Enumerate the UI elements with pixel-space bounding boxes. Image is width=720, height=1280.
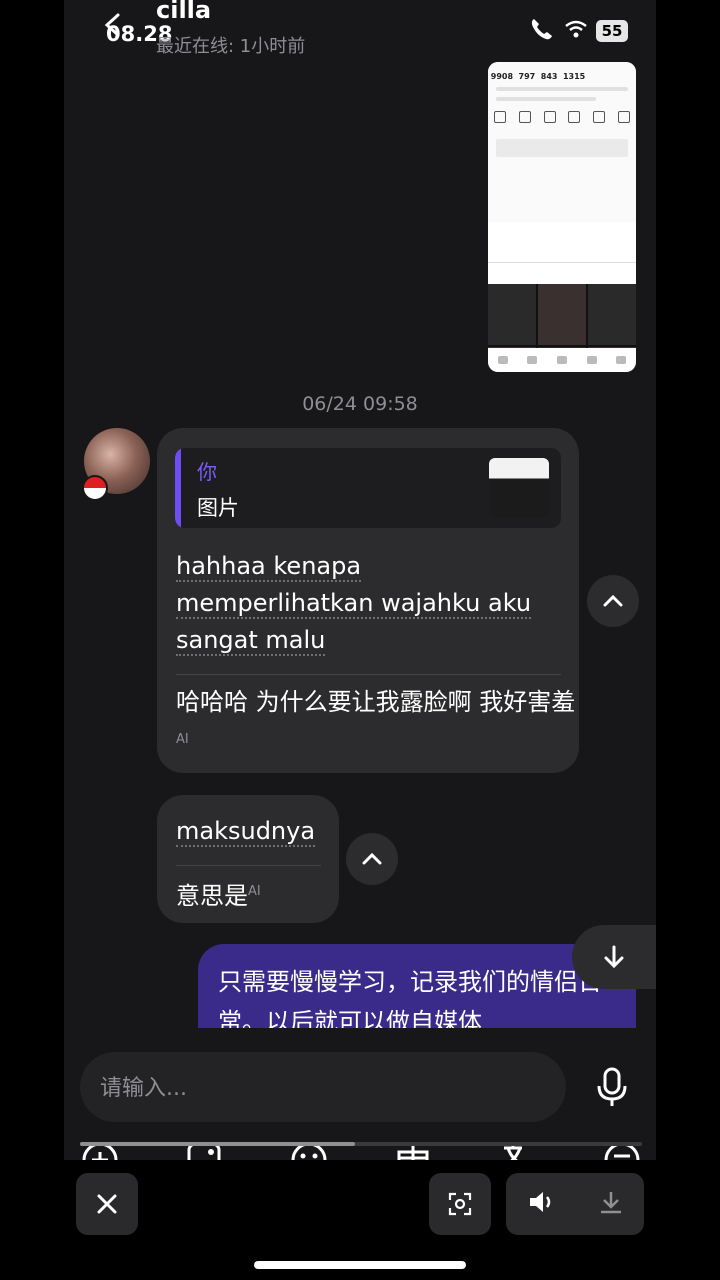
toolbar-scroll-thumb[interactable] — [80, 1142, 356, 1146]
indonesia-flag-icon — [82, 475, 108, 501]
collapse-translation-button[interactable] — [346, 833, 398, 885]
stat-value: 9908 — [490, 72, 514, 81]
message-composer — [80, 1052, 566, 1122]
scan-icon — [448, 1192, 472, 1216]
chevron-up-icon — [603, 594, 623, 607]
shared-image-message[interactable]: 9908 797 843 1315 — [488, 62, 636, 372]
quote-author: 你 — [197, 460, 217, 484]
original-message-text: hahhaa kenapa memperlihatkan wajahku aku… — [176, 548, 566, 659]
translation-divider — [176, 865, 321, 866]
translation-content: 哈哈哈 为什么要让我露脸啊 我好害羞 — [176, 688, 576, 716]
contact-name[interactable]: cilla — [156, 0, 211, 24]
phone-call-icon[interactable] — [528, 15, 556, 47]
translation-content: 意思是 — [176, 882, 248, 910]
shared-image-nav — [488, 348, 636, 372]
translation-text: 哈哈哈 为什么要让我露脸啊 我好害羞 AI — [176, 683, 576, 763]
wifi-icon — [564, 19, 588, 43]
translation-text: 意思是AI — [176, 873, 326, 915]
stat-value: 797 — [518, 72, 536, 81]
incoming-message-bubble[interactable]: 你 图片 hahhaa kenapa memperlihatkan wajahk… — [157, 428, 579, 773]
incoming-message-bubble[interactable]: maksudnya 意思是AI — [157, 795, 339, 923]
ai-badge: AI — [176, 732, 189, 747]
original-line: hahhaa kenapa — [176, 552, 362, 582]
battery-indicator: 55 — [596, 20, 628, 42]
shared-image-tabs — [488, 244, 636, 263]
scroll-to-bottom-button[interactable] — [572, 925, 656, 989]
quote-content: 图片 — [197, 496, 239, 520]
collapse-translation-button[interactable] — [587, 575, 639, 627]
status-icons: 55 — [528, 14, 628, 48]
original-line: maksudnya — [176, 817, 316, 847]
screen-capture-button[interactable] — [429, 1173, 491, 1235]
quote-thumbnail — [489, 458, 549, 518]
arrow-down-icon — [604, 945, 624, 969]
chevron-up-icon — [362, 852, 382, 865]
toolbar-scroll-track[interactable] — [80, 1142, 642, 1146]
original-line: memperlihatkan wajahku aku — [176, 589, 532, 619]
close-button[interactable] — [76, 1173, 138, 1235]
volume-icon[interactable] — [527, 1189, 557, 1219]
stat-value: 1315 — [562, 72, 586, 81]
ai-badge: AI — [248, 884, 261, 899]
original-message-text: maksudnya — [176, 813, 326, 850]
shared-image-profile-area: 9908 797 843 1315 — [488, 62, 636, 222]
quote-accent-bar — [175, 448, 181, 528]
date-separator: 06/24 09:58 — [302, 393, 418, 415]
shared-image-stats: 9908 797 843 1315 — [488, 62, 588, 81]
translation-divider — [176, 674, 561, 675]
microphone-icon[interactable] — [592, 1066, 632, 1108]
home-indicator[interactable] — [254, 1261, 466, 1269]
last-seen-status: 最近在线: 1小时前 — [156, 36, 306, 57]
quoted-reply[interactable]: 你 图片 — [175, 448, 561, 528]
original-line: sangat malu — [176, 626, 326, 656]
stat-value: 843 — [540, 72, 558, 81]
download-icon[interactable] — [598, 1189, 624, 1219]
close-icon — [97, 1194, 117, 1214]
media-actions-group — [506, 1173, 644, 1235]
message-input[interactable] — [98, 1066, 542, 1110]
